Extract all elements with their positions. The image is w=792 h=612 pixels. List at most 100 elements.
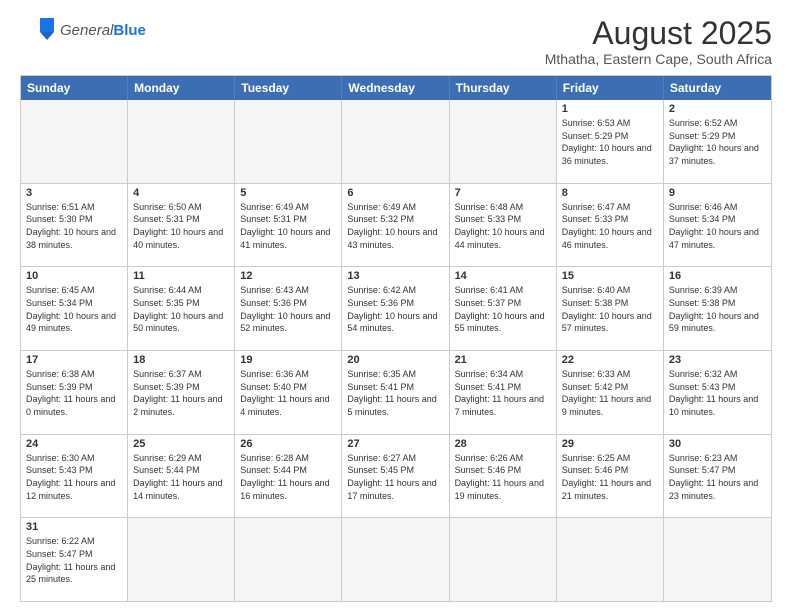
day-number: 27: [347, 438, 443, 450]
calendar-cell: 17 Sunrise: 6:38 AM Sunset: 5:39 PM Dayli…: [21, 351, 128, 434]
day-number: 15: [562, 270, 658, 282]
calendar-cell: 13 Sunrise: 6:42 AM Sunset: 5:36 PM Dayli…: [342, 267, 449, 350]
calendar-cell: 10Sunrise: 6:45 AM Sunset: 5:34 PM Dayli…: [21, 267, 128, 350]
calendar-week-6: 31 Sunrise: 6:22 AM Sunset: 5:47 PM Dayli…: [21, 517, 771, 601]
calendar-week-4: 17 Sunrise: 6:38 AM Sunset: 5:39 PM Dayli…: [21, 350, 771, 434]
calendar-cell: 24 Sunrise: 6:30 AM Sunset: 5:43 PM Dayli…: [21, 435, 128, 518]
calendar-cell: 22 Sunrise: 6:33 AM Sunset: 5:42 PM Dayli…: [557, 351, 664, 434]
calendar-cell: 21Sunrise: 6:34 AM Sunset: 5:41 PM Dayli…: [450, 351, 557, 434]
calendar-cell: [235, 518, 342, 601]
calendar-cell: 2 Sunrise: 6:52 AM Sunset: 5:29 PM Daylig…: [664, 100, 771, 183]
calendar-week-1: 1Sunrise: 6:53 AM Sunset: 5:29 PM Daylig…: [21, 100, 771, 183]
calendar-cell: 19 Sunrise: 6:36 AM Sunset: 5:40 PM Dayli…: [235, 351, 342, 434]
calendar-cell: [128, 100, 235, 183]
calendar-body: 1Sunrise: 6:53 AM Sunset: 5:29 PM Daylig…: [21, 100, 771, 601]
day-info: Sunrise: 6:35 AM Sunset: 5:41 PM Dayligh…: [347, 368, 443, 418]
calendar-week-3: 10Sunrise: 6:45 AM Sunset: 5:34 PM Dayli…: [21, 266, 771, 350]
day-number: 31: [26, 521, 122, 533]
day-info: Sunrise: 6:43 AM Sunset: 5:36 PM Dayligh…: [240, 284, 336, 334]
day-info: Sunrise: 6:44 AM Sunset: 5:35 PM Dayligh…: [133, 284, 229, 334]
day-info: Sunrise: 6:28 AM Sunset: 5:44 PM Dayligh…: [240, 452, 336, 502]
day-info: Sunrise: 6:33 AM Sunset: 5:42 PM Dayligh…: [562, 368, 658, 418]
day-info: Sunrise: 6:48 AM Sunset: 5:33 PM Dayligh…: [455, 201, 551, 251]
day-number: 16: [669, 270, 766, 282]
calendar-cell: [235, 100, 342, 183]
calendar-cell: 15 Sunrise: 6:40 AM Sunset: 5:38 PM Dayli…: [557, 267, 664, 350]
day-number: 24: [26, 438, 122, 450]
day-info: Sunrise: 6:42 AM Sunset: 5:36 PM Dayligh…: [347, 284, 443, 334]
page-header: GeneralBlue August 2025 Mthatha, Eastern…: [20, 16, 772, 67]
day-number: 4: [133, 187, 229, 199]
day-number: 5: [240, 187, 336, 199]
calendar-cell: 20 Sunrise: 6:35 AM Sunset: 5:41 PM Dayli…: [342, 351, 449, 434]
day-info: Sunrise: 6:50 AM Sunset: 5:31 PM Dayligh…: [133, 201, 229, 251]
day-number: 10: [26, 270, 122, 282]
day-info: Sunrise: 6:40 AM Sunset: 5:38 PM Dayligh…: [562, 284, 658, 334]
weekday-header-saturday: Saturday: [664, 76, 771, 100]
day-info: Sunrise: 6:46 AM Sunset: 5:34 PM Dayligh…: [669, 201, 766, 251]
calendar-cell: 25 Sunrise: 6:29 AM Sunset: 5:44 PM Dayli…: [128, 435, 235, 518]
day-info: Sunrise: 6:47 AM Sunset: 5:33 PM Dayligh…: [562, 201, 658, 251]
calendar-cell: 9Sunrise: 6:46 AM Sunset: 5:34 PM Daylig…: [664, 184, 771, 267]
title-block: August 2025 Mthatha, Eastern Cape, South…: [545, 16, 772, 67]
weekday-header-friday: Friday: [557, 76, 664, 100]
day-number: 3: [26, 187, 122, 199]
day-info: Sunrise: 6:25 AM Sunset: 5:46 PM Dayligh…: [562, 452, 658, 502]
day-info: Sunrise: 6:39 AM Sunset: 5:38 PM Dayligh…: [669, 284, 766, 334]
calendar-cell: [128, 518, 235, 601]
day-number: 17: [26, 354, 122, 366]
day-info: Sunrise: 6:36 AM Sunset: 5:40 PM Dayligh…: [240, 368, 336, 418]
calendar-cell: 31 Sunrise: 6:22 AM Sunset: 5:47 PM Dayli…: [21, 518, 128, 601]
day-number: 22: [562, 354, 658, 366]
day-number: 20: [347, 354, 443, 366]
calendar-cell: 8 Sunrise: 6:47 AM Sunset: 5:33 PM Daylig…: [557, 184, 664, 267]
calendar-week-2: 3Sunrise: 6:51 AM Sunset: 5:30 PM Daylig…: [21, 183, 771, 267]
calendar-cell: [450, 100, 557, 183]
calendar-cell: 27 Sunrise: 6:27 AM Sunset: 5:45 PM Dayli…: [342, 435, 449, 518]
day-info: Sunrise: 6:26 AM Sunset: 5:46 PM Dayligh…: [455, 452, 551, 502]
day-number: 6: [347, 187, 443, 199]
day-number: 13: [347, 270, 443, 282]
calendar-cell: [450, 518, 557, 601]
day-number: 18: [133, 354, 229, 366]
weekday-header-tuesday: Tuesday: [235, 76, 342, 100]
calendar-cell: [21, 100, 128, 183]
day-number: 8: [562, 187, 658, 199]
day-info: Sunrise: 6:52 AM Sunset: 5:29 PM Dayligh…: [669, 117, 766, 167]
calendar-cell: [342, 518, 449, 601]
day-number: 26: [240, 438, 336, 450]
calendar-cell: [664, 518, 771, 601]
calendar-cell: 3Sunrise: 6:51 AM Sunset: 5:30 PM Daylig…: [21, 184, 128, 267]
weekday-header-wednesday: Wednesday: [342, 76, 449, 100]
calendar-cell: 29 Sunrise: 6:25 AM Sunset: 5:46 PM Dayli…: [557, 435, 664, 518]
day-info: Sunrise: 6:37 AM Sunset: 5:39 PM Dayligh…: [133, 368, 229, 418]
calendar-cell: 5Sunrise: 6:49 AM Sunset: 5:31 PM Daylig…: [235, 184, 342, 267]
day-info: Sunrise: 6:32 AM Sunset: 5:43 PM Dayligh…: [669, 368, 766, 418]
calendar-header: SundayMondayTuesdayWednesdayThursdayFrid…: [21, 76, 771, 100]
day-info: Sunrise: 6:22 AM Sunset: 5:47 PM Dayligh…: [26, 535, 122, 585]
weekday-header-thursday: Thursday: [450, 76, 557, 100]
logo-svg: [20, 16, 56, 46]
calendar-week-5: 24 Sunrise: 6:30 AM Sunset: 5:43 PM Dayli…: [21, 434, 771, 518]
calendar-cell: 14Sunrise: 6:41 AM Sunset: 5:37 PM Dayli…: [450, 267, 557, 350]
calendar-cell: 18 Sunrise: 6:37 AM Sunset: 5:39 PM Dayli…: [128, 351, 235, 434]
day-info: Sunrise: 6:30 AM Sunset: 5:43 PM Dayligh…: [26, 452, 122, 502]
calendar-cell: 6 Sunrise: 6:49 AM Sunset: 5:32 PM Daylig…: [342, 184, 449, 267]
day-info: Sunrise: 6:29 AM Sunset: 5:44 PM Dayligh…: [133, 452, 229, 502]
calendar-cell: 16 Sunrise: 6:39 AM Sunset: 5:38 PM Dayli…: [664, 267, 771, 350]
day-info: Sunrise: 6:38 AM Sunset: 5:39 PM Dayligh…: [26, 368, 122, 418]
day-number: 25: [133, 438, 229, 450]
day-number: 29: [562, 438, 658, 450]
day-number: 19: [240, 354, 336, 366]
day-info: Sunrise: 6:27 AM Sunset: 5:45 PM Dayligh…: [347, 452, 443, 502]
calendar-cell: 12Sunrise: 6:43 AM Sunset: 5:36 PM Dayli…: [235, 267, 342, 350]
day-number: 23: [669, 354, 766, 366]
weekday-header-sunday: Sunday: [21, 76, 128, 100]
day-number: 7: [455, 187, 551, 199]
day-info: Sunrise: 6:49 AM Sunset: 5:32 PM Dayligh…: [347, 201, 443, 251]
calendar-cell: 1Sunrise: 6:53 AM Sunset: 5:29 PM Daylig…: [557, 100, 664, 183]
weekday-header-monday: Monday: [128, 76, 235, 100]
day-number: 2: [669, 103, 766, 115]
location-subtitle: Mthatha, Eastern Cape, South Africa: [545, 51, 772, 67]
day-number: 1: [562, 103, 658, 115]
